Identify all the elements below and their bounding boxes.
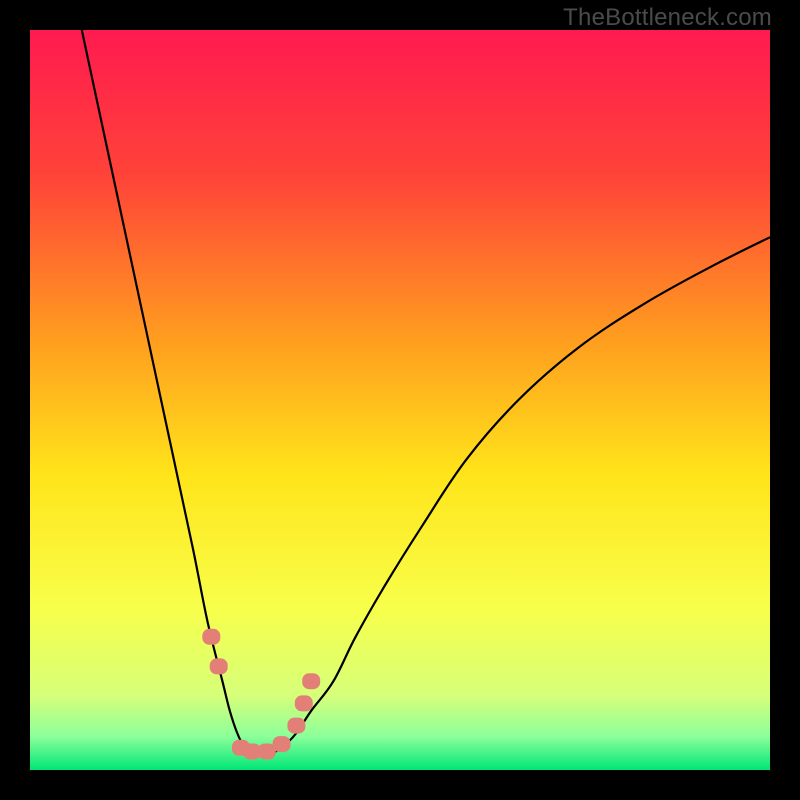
watermark-label: TheBottleneck.com (563, 4, 772, 32)
plot-area (30, 30, 770, 770)
highlight-marker (210, 658, 228, 674)
highlight-marker (302, 673, 320, 689)
bottleneck-curve (82, 30, 770, 756)
chart-svg (30, 30, 770, 770)
highlight-marker (287, 718, 305, 734)
highlight-marker (202, 629, 220, 645)
chart-frame: TheBottleneck.com (0, 0, 800, 800)
highlight-marker (273, 736, 291, 752)
highlight-marker (295, 695, 313, 711)
highlight-marker-group (202, 629, 320, 760)
